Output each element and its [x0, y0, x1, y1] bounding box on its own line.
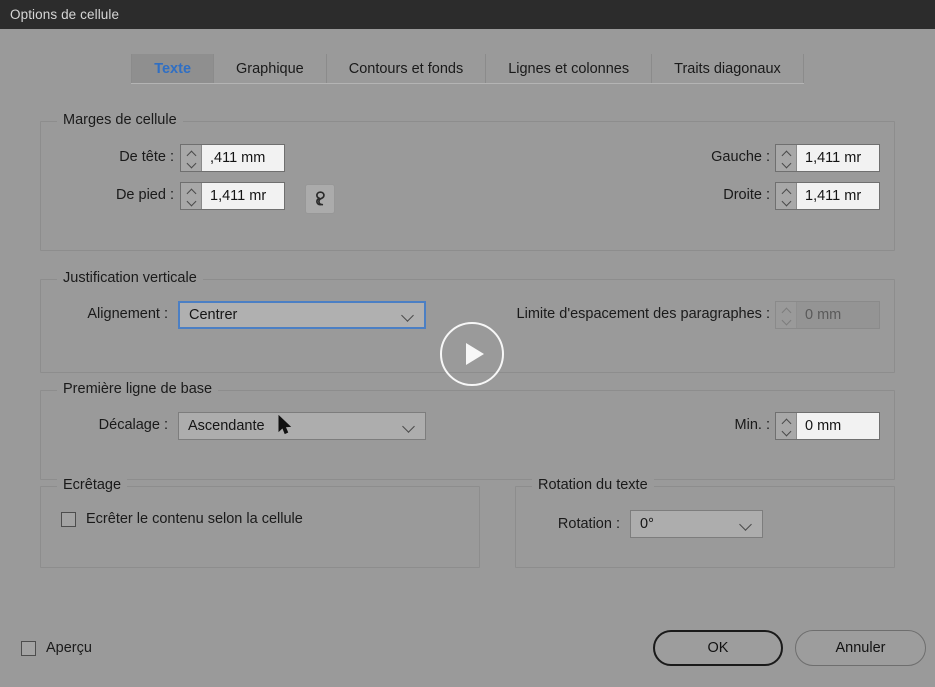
rotation-value: 0° [640, 516, 654, 532]
chevron-down-icon [187, 198, 196, 203]
clipping-group: Ecrêtage [40, 477, 480, 568]
rotation-select[interactable]: 0° [630, 510, 763, 538]
tab-lignes-et-colonnes[interactable]: Lignes et colonnes [486, 54, 653, 83]
tab-lignes-et-colonnes-label: Lignes et colonnes [508, 60, 630, 77]
first-baseline-group: Première ligne de base [40, 381, 895, 480]
margin-right-label: Droite : [723, 187, 770, 203]
vertical-justification-group: Justification verticale [40, 270, 895, 373]
cancel-button-label: Annuler [835, 640, 886, 656]
margin-left-field[interactable]: 1,411 mr [775, 144, 880, 172]
margin-top-value[interactable]: ,411 mm [202, 145, 284, 171]
baseline-min-field[interactable]: 0 mm [775, 412, 880, 440]
chevron-up-icon [782, 309, 791, 314]
preview-label: Aperçu [46, 640, 92, 656]
margin-left-stepper[interactable] [776, 145, 797, 171]
baseline-min-label: Min. : [734, 417, 770, 433]
baseline-offset-value: Ascendante [188, 418, 265, 434]
chevron-up-icon [782, 152, 791, 157]
clipping-legend: Ecrêtage [57, 477, 128, 493]
paragraph-spacing-limit-label: Limite d'espacement des paragraphes : [516, 306, 770, 322]
alignment-select[interactable]: Centrer [178, 301, 426, 329]
clip-content-checkbox[interactable] [61, 511, 76, 527]
cancel-button[interactable]: Annuler [795, 630, 926, 666]
chain-link-icon[interactable] [305, 184, 335, 214]
ok-button-label: OK [707, 640, 729, 656]
margin-bottom-field[interactable]: 1,411 mr [180, 182, 285, 210]
tab-texte[interactable]: Texte [131, 54, 215, 83]
window-title: Options de cellule [10, 7, 120, 22]
chevron-down-icon [402, 309, 414, 321]
chevron-down-icon [187, 160, 196, 165]
baseline-min-stepper[interactable] [776, 413, 797, 439]
chevron-down-icon [782, 428, 791, 433]
margin-bottom-stepper[interactable] [181, 183, 202, 209]
tab-graphique-label: Graphique [236, 60, 304, 77]
first-baseline-legend: Première ligne de base [57, 381, 219, 397]
tab-graphique[interactable]: Graphique [214, 54, 327, 83]
tab-traits-diagonaux[interactable]: Traits diagonaux [652, 54, 804, 83]
cell-margins-legend: Marges de cellule [57, 112, 183, 128]
alignment-label: Alignement : [87, 306, 168, 322]
margin-top-field[interactable]: ,411 mm [180, 144, 285, 172]
chevron-up-icon [187, 152, 196, 157]
chevron-down-icon [782, 160, 791, 165]
tab-texte-label: Texte [154, 60, 192, 77]
preview-checkbox[interactable] [21, 640, 36, 656]
baseline-offset-label: Décalage : [98, 417, 168, 433]
chevron-down-icon [782, 317, 791, 322]
cell-margins-group: Marges de cellule [40, 112, 895, 251]
paragraph-spacing-limit-value: 0 mm [797, 302, 879, 328]
chevron-down-icon [740, 518, 752, 530]
chevron-down-icon [782, 198, 791, 203]
margin-bottom-value[interactable]: 1,411 mr [202, 183, 284, 209]
alignment-value: Centrer [189, 307, 238, 323]
margin-top-label: De tête : [119, 149, 174, 165]
margin-bottom-label: De pied : [115, 187, 174, 203]
clip-content-checkbox-row[interactable]: Ecrêter le contenu selon la cellule [61, 511, 303, 527]
margin-top-stepper[interactable] [181, 145, 202, 171]
tab-traits-diagonaux-label: Traits diagonaux [674, 60, 781, 77]
paragraph-spacing-limit-stepper [776, 302, 797, 328]
clip-content-label: Ecrêter le contenu selon la cellule [86, 511, 303, 527]
ok-button[interactable]: OK [653, 630, 783, 666]
paragraph-spacing-limit-field: 0 mm [775, 301, 880, 329]
margin-right-field[interactable]: 1,411 mr [775, 182, 880, 210]
text-rotation-legend: Rotation du texte [532, 477, 654, 493]
chevron-up-icon [782, 190, 791, 195]
rotation-label: Rotation : [557, 516, 620, 532]
margin-left-value[interactable]: 1,411 mr [797, 145, 879, 171]
preview-checkbox-row[interactable]: Aperçu [21, 640, 92, 656]
tab-contours-et-fonds[interactable]: Contours et fonds [327, 54, 487, 83]
tab-bar: Texte Graphique Contours et fonds Lignes… [0, 54, 935, 84]
margin-right-value[interactable]: 1,411 mr [797, 183, 879, 209]
margin-left-label: Gauche : [711, 149, 770, 165]
chevron-up-icon [782, 420, 791, 425]
baseline-min-value[interactable]: 0 mm [797, 413, 879, 439]
margin-right-stepper[interactable] [776, 183, 797, 209]
chevron-up-icon [187, 190, 196, 195]
vertical-justification-legend: Justification verticale [57, 270, 203, 286]
chevron-down-icon [403, 420, 415, 432]
window-titlebar: Options de cellule [0, 0, 935, 29]
tab-contours-et-fonds-label: Contours et fonds [348, 60, 464, 77]
baseline-offset-select[interactable]: Ascendante [178, 412, 426, 440]
cell-options-dialog: Texte Graphique Contours et fonds Lignes… [0, 29, 935, 687]
